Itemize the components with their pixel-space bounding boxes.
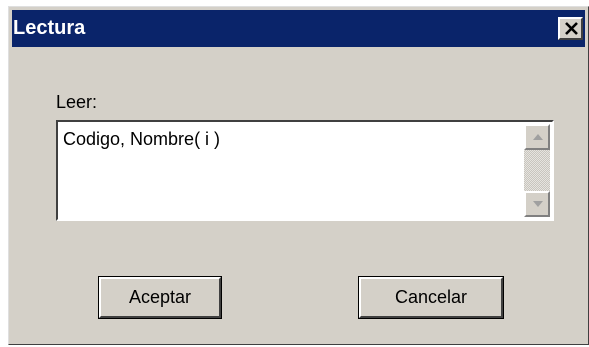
cancelar-button[interactable]: Cancelar [358,276,504,319]
lectura-dialog: Lectura Leer: Codigo, Nombre( i ) Acepta… [8,6,589,345]
vertical-scrollbar[interactable] [524,124,550,217]
leer-label: Leer: [56,92,98,112]
arrow-down-icon [533,201,543,207]
scroll-down-button[interactable] [524,191,550,217]
aceptar-button[interactable]: Aceptar [98,276,222,319]
window-title: Lectura [13,17,86,39]
textarea-value: Codigo, Nombre( i ) [63,129,221,149]
title-bar[interactable]: Lectura [12,10,585,47]
scroll-up-button[interactable] [524,124,550,150]
leer-textarea[interactable]: Codigo, Nombre( i ) [56,120,554,221]
close-x-icon [565,22,578,35]
arrow-up-icon [533,134,543,140]
close-button[interactable] [558,17,583,40]
